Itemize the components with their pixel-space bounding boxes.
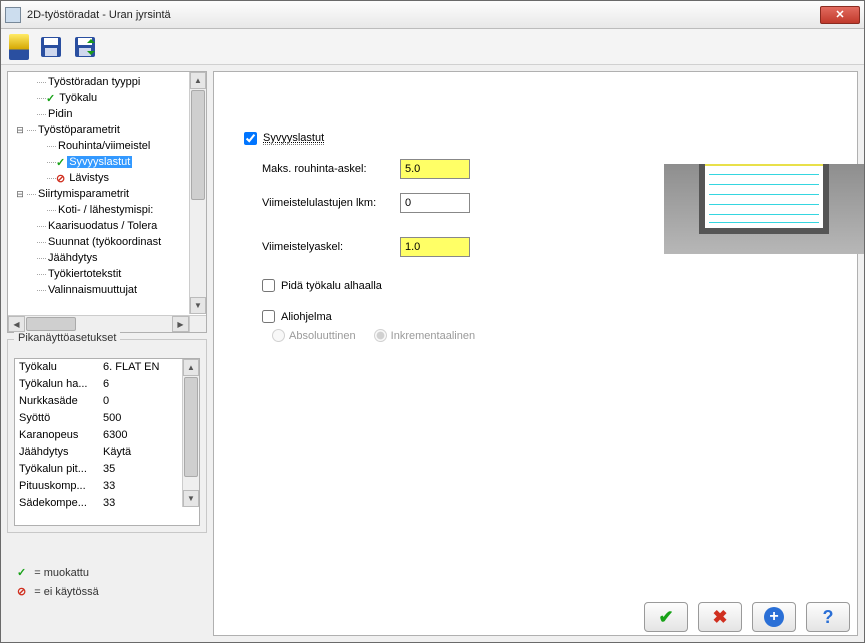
help-icon: ? [823,607,834,628]
scroll-down-icon[interactable]: ▼ [183,490,199,507]
tree-vscrollbar[interactable]: ▲ ▼ [189,72,206,314]
quickview-row[interactable]: Työkalun pit...35 [19,463,181,480]
save-icon[interactable] [39,35,63,59]
absolute-radio-input[interactable] [272,329,285,342]
depth-cuts-label: Syvyyslastut [263,132,324,145]
main-panel: Syvyyslastut Maks. rouhinta-askel: Viime… [213,71,858,636]
finish-count-input[interactable] [400,193,470,213]
left-column: ····· Työstöradan tyyppi····· ✓Työkalu··… [7,71,207,636]
tree-item[interactable]: ····· Suunnat (työkoordinast [10,234,188,250]
depth-cuts-checkbox[interactable]: Syvyyslastut [244,132,827,145]
close-button[interactable]: ✕ [820,6,860,24]
legend-disabled: = ei käytössä [34,586,99,598]
help-button[interactable]: ? [806,602,850,632]
keep-tool-down-checkbox[interactable]: Pidä työkalu alhaalla [262,279,827,292]
legend-edited: = muokattu [34,567,89,579]
forbid-icon: ⊘ [17,585,26,598]
tree-item[interactable]: ····· Työkiertotekstit [10,266,188,282]
quickview-row[interactable]: Työkalun ha...6 [19,378,181,395]
app-icon [5,7,21,23]
x-icon: ✖ [712,607,727,628]
subprogram-check[interactable] [262,310,275,323]
tool-icon[interactable] [9,34,29,60]
scroll-up-icon[interactable]: ▲ [190,72,206,89]
absolute-radio[interactable]: Absoluuttinen [272,329,356,342]
check-icon: ✔ [658,607,673,628]
tree-item[interactable]: ····· ✓Työkalu [10,90,188,106]
depth-diagram [664,164,864,254]
add-button[interactable]: + [752,602,796,632]
quickview-row[interactable]: Syöttö500 [19,412,181,429]
quickview-list[interactable]: Työkalu6. FLAT ENTyökalun ha...6Nurkkasä… [14,358,200,526]
tree-item[interactable]: ····· ⊘Lävistys [10,170,188,186]
save-export-icon[interactable] [73,35,97,59]
scroll-thumb[interactable] [191,90,205,200]
scroll-corner [189,315,206,332]
close-icon: ✕ [835,8,844,21]
keep-tool-down-label: Pidä työkalu alhaalla [281,280,382,292]
check-icon: ✓ [17,566,26,579]
scroll-thumb[interactable] [184,377,198,477]
scroll-left-icon[interactable]: ◀ [8,316,25,332]
quickview-row[interactable]: Sädekompe...33 [19,497,181,514]
tree-item[interactable]: ····· ✓Syvyyslastut [10,154,188,170]
title-bar: 2D-työstöradat - Uran jyrsintä ✕ [1,1,864,29]
window-title: 2D-työstöradat - Uran jyrsintä [27,9,820,21]
incremental-label: Inkrementaalinen [391,330,475,342]
body: ····· Työstöradan tyyppi····· ✓Työkalu··… [1,65,864,642]
tree-item[interactable]: ⊟····· Siirtymisparametrit [10,186,188,202]
tree-item[interactable]: ····· Pidin [10,106,188,122]
quickview-row[interactable]: JäähdytysKäytä [19,446,181,463]
parameter-tree[interactable]: ····· Työstöradan tyyppi····· ✓Työkalu··… [7,71,207,333]
tree-item[interactable]: ····· Työstöradan tyyppi [10,74,188,90]
ok-button[interactable]: ✔ [644,602,688,632]
subprogram-radios: Absoluuttinen Inkrementaalinen [272,329,827,342]
quickview-row[interactable]: Nurkkasäde0 [19,395,181,412]
scroll-right-icon[interactable]: ▶ [172,316,189,332]
toolbar [1,29,864,65]
quickview-row[interactable]: Pituuskomp...33 [19,480,181,497]
depth-cuts-check[interactable] [244,132,257,145]
scroll-down-icon[interactable]: ▼ [190,297,206,314]
tree-item[interactable]: ····· Koti- / lähestymispi: [10,202,188,218]
keep-tool-down-check[interactable] [262,279,275,292]
tree-item[interactable]: ····· Jäähdytys [10,250,188,266]
dialog-window: 2D-työstöradat - Uran jyrsintä ✕ ····· T… [0,0,865,643]
legend: ✓ = muokattu ⊘ = ei käytössä [17,566,99,598]
max-rough-label: Maks. rouhinta-askel: [262,163,392,175]
finish-step-input[interactable] [400,237,470,257]
quickview-title: Pikanäyttöasetukset [14,332,120,344]
quickview-row[interactable]: Karanopeus6300 [19,429,181,446]
finish-step-label: Viimeistelyaskel: [262,241,392,253]
cancel-button[interactable]: ✖ [698,602,742,632]
finish-count-label: Viimeistelulastujen lkm: [262,197,392,209]
subprogram-label: Aliohjelma [281,311,332,323]
quickview-group: Pikanäyttöasetukset Työkalu6. FLAT ENTyö… [7,339,207,533]
incremental-radio[interactable]: Inkrementaalinen [374,329,475,342]
absolute-label: Absoluuttinen [289,330,356,342]
tree-item[interactable]: ····· Kaarisuodatus / Tolera [10,218,188,234]
plus-icon: + [764,607,784,627]
tree-item[interactable]: ····· Valinnaismuuttujat [10,282,188,298]
incremental-radio-input[interactable] [374,329,387,342]
quickview-row[interactable]: Työkalu6. FLAT EN [19,361,181,378]
tree-hscrollbar[interactable]: ◀ ▶ [8,315,189,332]
tree-item[interactable]: ····· Rouhinta/viimeistel [10,138,188,154]
qv-vscrollbar[interactable]: ▲ ▼ [182,359,199,507]
footer-buttons: ✔ ✖ + ? [644,602,850,632]
tree-item[interactable]: ⊟····· Työstöparametrit [10,122,188,138]
scroll-up-icon[interactable]: ▲ [183,359,199,376]
max-rough-input[interactable] [400,159,470,179]
subprogram-checkbox[interactable]: Aliohjelma [262,310,827,323]
scroll-thumb[interactable] [26,317,76,331]
